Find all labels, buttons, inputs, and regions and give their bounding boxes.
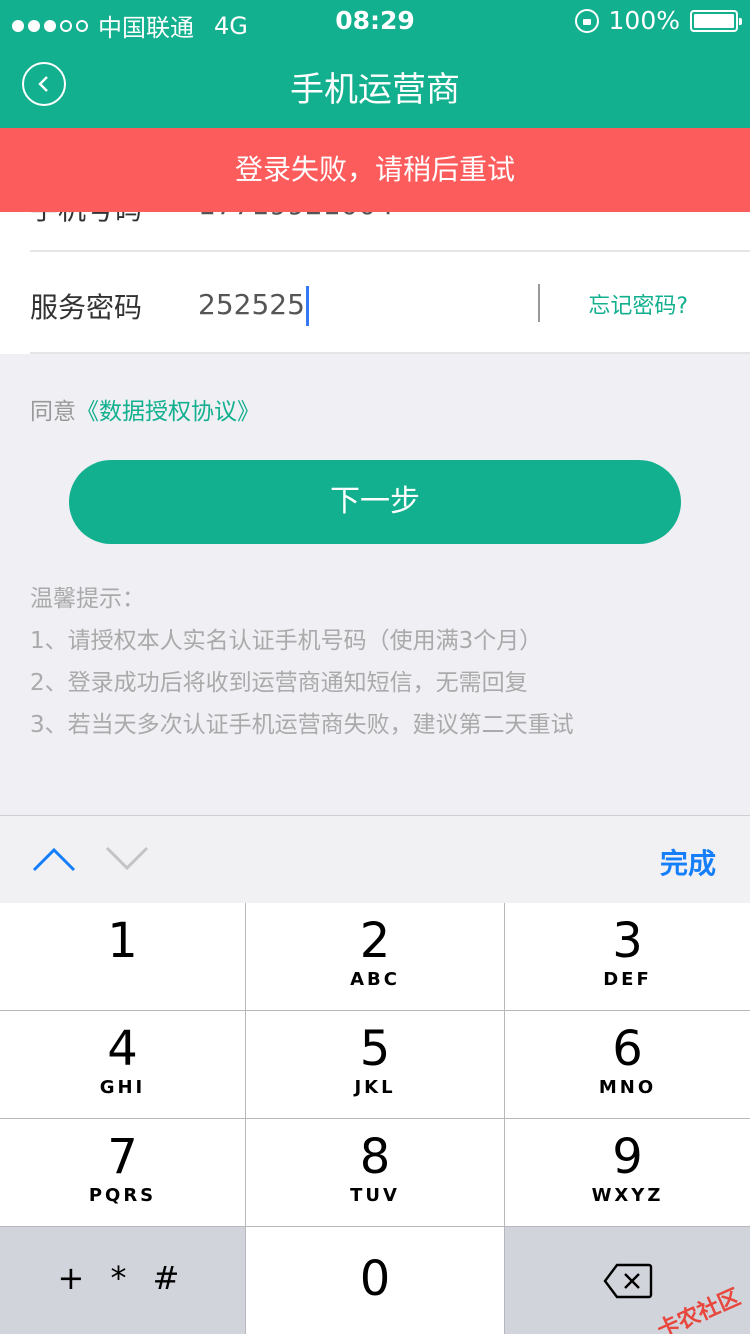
key-number: 5 xyxy=(359,1021,391,1077)
key-5[interactable]: 5 JKL xyxy=(246,1011,505,1119)
key-number: 8 xyxy=(359,1129,391,1185)
page-title: 手机运营商 xyxy=(290,70,460,110)
text-cursor xyxy=(305,286,309,326)
key-number: 6 xyxy=(612,1021,643,1077)
key-7[interactable]: 7 PQRS xyxy=(0,1119,246,1227)
tips: 温馨提示： 1、请授权本人实名认证手机号码（使用满3个月） 2、登录成功后将收到… xyxy=(30,578,574,746)
key-number: 4 xyxy=(107,1021,138,1077)
key-8[interactable]: 8 TUV xyxy=(246,1119,505,1227)
divider xyxy=(538,284,540,322)
error-banner: 登录失败，请稍后重试 xyxy=(0,128,750,212)
key-letters: PQRS xyxy=(88,1185,157,1206)
chevron-down-icon[interactable] xyxy=(105,844,149,874)
key-4[interactable]: 4 GHI xyxy=(0,1011,246,1119)
password-value: 252525 xyxy=(198,288,305,321)
password-label: 服务密码 xyxy=(30,291,143,324)
agreement-prefix: 同意 xyxy=(30,399,76,425)
status-bar: 中国联通 4G 08:29 100% xyxy=(0,0,750,42)
keyboard-toolbar: 完成 xyxy=(0,815,750,903)
password-row: 服务密码 252525 忘记密码? xyxy=(30,252,750,354)
key-9[interactable]: 9 WXYZ xyxy=(505,1119,750,1227)
key-1[interactable]: 1 xyxy=(0,903,246,1011)
done-button[interactable]: 完成 xyxy=(660,842,716,882)
tip-item: 3、若当天多次认证手机运营商失败，建议第二天重试 xyxy=(30,712,574,738)
key-letters: TUV xyxy=(350,1185,400,1206)
key-number: 0 xyxy=(359,1251,391,1307)
password-input[interactable]: 252525 xyxy=(198,286,309,326)
battery-percent: 100% xyxy=(608,6,680,35)
key-number: 9 xyxy=(612,1129,643,1185)
key-number: 7 xyxy=(107,1129,138,1185)
key-letters: MNO xyxy=(598,1077,657,1098)
key-number: 1 xyxy=(107,913,138,969)
key-number: 3 xyxy=(612,913,643,969)
backspace-icon xyxy=(603,1263,653,1299)
key-0[interactable]: 0 xyxy=(246,1227,505,1334)
key-letters: GHI xyxy=(99,1077,146,1098)
symbols-key[interactable]: + * # xyxy=(0,1227,246,1334)
key-letters: ABC xyxy=(350,969,400,990)
key-6[interactable]: 6 MNO xyxy=(505,1011,750,1119)
symbols-label: + * # xyxy=(57,1259,188,1297)
key-3[interactable]: 3 DEF xyxy=(505,903,750,1011)
key-letters: WXYZ xyxy=(591,1185,664,1206)
tips-title: 温馨提示： xyxy=(30,586,145,612)
header: 中国联通 4G 08:29 100% 手机运营商 xyxy=(0,0,750,128)
rotation-lock-icon xyxy=(574,8,599,33)
battery-icon xyxy=(690,9,742,32)
key-2[interactable]: 2 ABC xyxy=(246,903,505,1011)
tip-item: 1、请授权本人实名认证手机号码（使用满3个月） xyxy=(30,628,543,654)
numeric-keypad: 1 2 ABC 3 DEF 4 GHI 5 JKL 6 MNO 7 PQRS 8 TUV 9W… xyxy=(0,903,750,1334)
agreement-link[interactable]: 《数据授权协议》 xyxy=(76,399,260,425)
chevron-up-icon[interactable] xyxy=(32,844,76,874)
next-button[interactable]: 下一步 xyxy=(69,460,681,544)
forgot-password-link[interactable]: 忘记密码? xyxy=(588,288,688,320)
key-letters: JKL xyxy=(354,1077,396,1098)
agreement: 同意《数据授权协议》 xyxy=(30,392,260,426)
key-number: 2 xyxy=(359,913,391,969)
tip-item: 2、登录成功后将收到运营商通知短信，无需回复 xyxy=(30,670,528,696)
key-letters: DEF xyxy=(603,969,652,990)
